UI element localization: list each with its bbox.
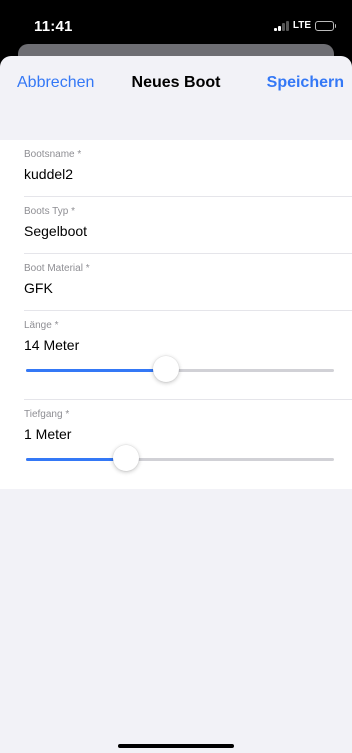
status-indicators: LTE [274,20,336,31]
new-boat-sheet: Abbrechen Neues Boot Speichern Bootsname… [0,56,352,753]
boat-material-label: Boot Material * [24,263,90,274]
signal-bars-icon [274,20,289,31]
length-slider-fill [26,368,167,372]
screen: 11:41 LTE Abbrechen Neues Boot Speichern… [0,0,352,753]
length-slider[interactable] [26,356,334,384]
boat-form: Bootsname * Boots Typ * Boot Material * … [0,140,352,489]
navigation-bar: Abbrechen Neues Boot Speichern [0,56,352,112]
draft-slider[interactable] [26,445,334,473]
draft-slider-thumb[interactable] [113,445,140,471]
length-value: 14 Meter [24,337,80,353]
length-field: Länge * 14 Meter [0,311,352,400]
boat-name-field: Bootsname * [0,140,352,197]
draft-slider-fill [26,457,127,461]
save-button[interactable]: Speichern [267,74,344,92]
status-time: 11:41 [34,18,73,35]
draft-field: Tiefgang * 1 Meter [0,400,352,489]
length-slider-thumb[interactable] [153,356,180,382]
status-bar: 11:41 LTE [0,0,352,48]
battery-icon [315,20,336,31]
cancel-button[interactable]: Abbrechen [17,74,94,92]
length-label: Länge * [24,320,59,331]
home-indicator [118,744,234,748]
boat-name-label: Bootsname * [24,149,82,160]
boat-name-input[interactable] [24,165,324,183]
draft-label: Tiefgang * [24,409,70,420]
boat-material-field: Boot Material * [0,254,352,311]
network-label: LTE [292,20,311,31]
boat-material-input[interactable] [24,279,324,297]
boat-type-input[interactable] [24,222,324,240]
draft-value: 1 Meter [24,426,72,442]
boat-type-field: Boots Typ * [0,197,352,254]
boat-type-label: Boots Typ * [24,206,75,217]
